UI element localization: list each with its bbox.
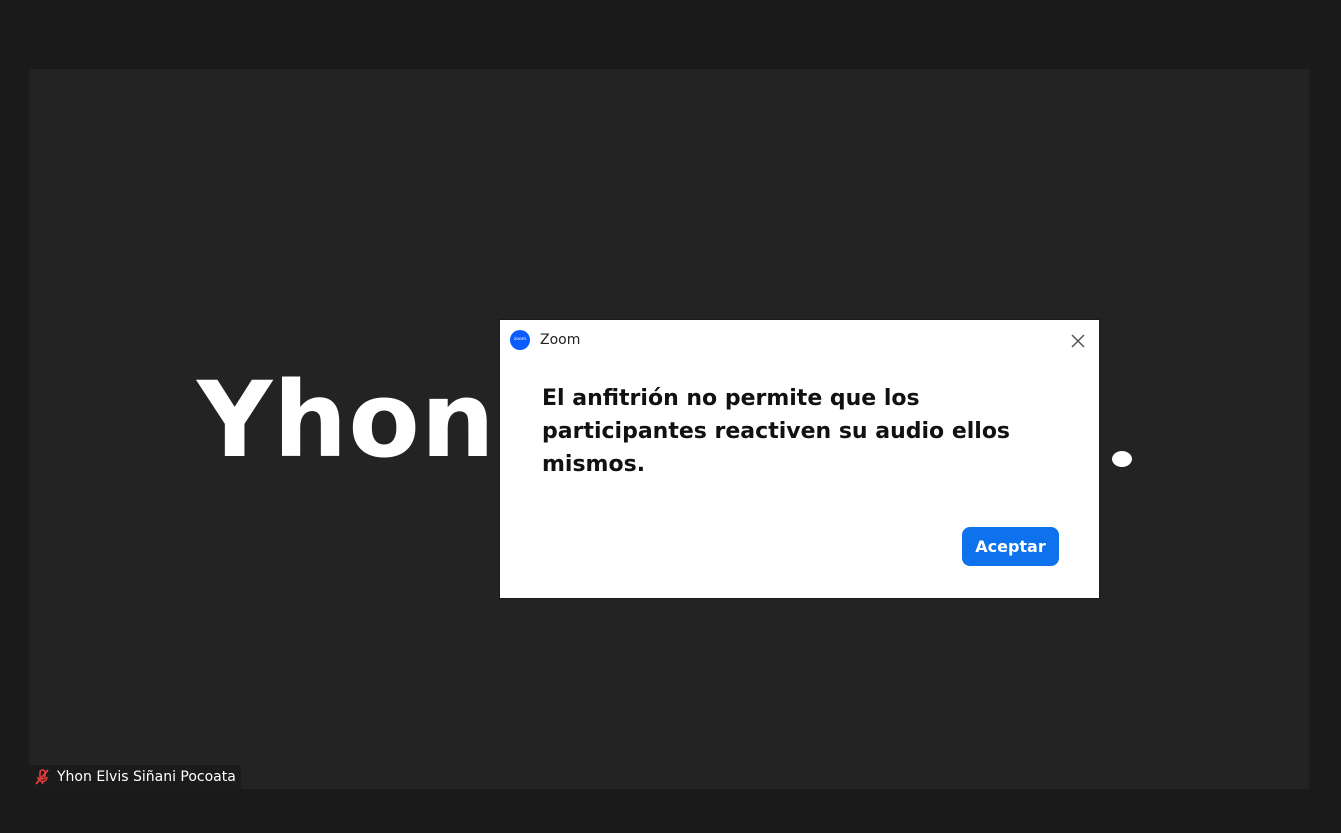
close-icon[interactable] xyxy=(1068,331,1088,351)
zoom-icon-text: zoom xyxy=(513,336,527,342)
participant-name-tag: Yhon Elvis Siñani Pocoata xyxy=(29,765,241,789)
audio-notice-dialog: zoom Zoom El anfitrión no permite que lo… xyxy=(500,320,1099,598)
name-trailing-dot xyxy=(1112,451,1132,467)
dialog-titlebar: zoom Zoom xyxy=(500,320,1099,362)
participant-name-label: Yhon Elvis Siñani Pocoata xyxy=(57,769,236,785)
accept-button[interactable]: Aceptar xyxy=(962,527,1059,566)
participant-display-name: Yhon xyxy=(197,359,496,481)
dialog-message: El anfitrión no permite que los particip… xyxy=(542,386,1011,477)
dialog-title: Zoom xyxy=(540,332,581,348)
mic-muted-icon xyxy=(35,769,49,785)
zoom-app-icon: zoom xyxy=(510,330,530,350)
